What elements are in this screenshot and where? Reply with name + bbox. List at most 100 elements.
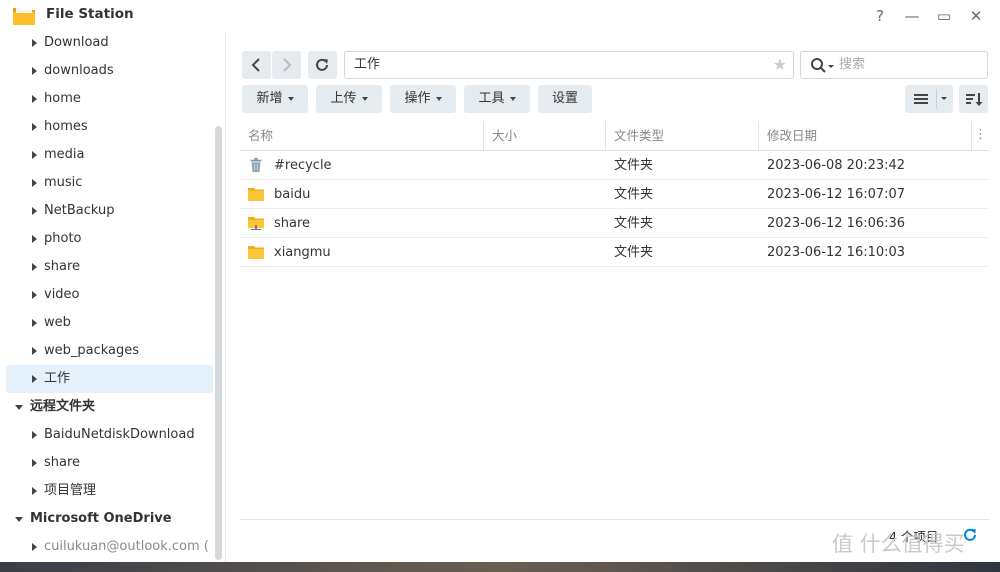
settings-button[interactable]: 设置: [538, 85, 592, 113]
sidebar-item-label: BaiduNetdiskDownload: [44, 427, 195, 442]
expand-arrow-icon[interactable]: [32, 543, 37, 551]
upload-button[interactable]: 上传: [316, 85, 382, 113]
sidebar-item-web-packages[interactable]: web_packages: [6, 337, 213, 365]
sidebar-item-baidunetdiskdownload[interactable]: BaiduNetdiskDownload: [6, 421, 213, 449]
expand-arrow-icon[interactable]: [32, 123, 37, 131]
sidebar-item-label: video: [44, 287, 80, 302]
path-field[interactable]: 工作 ★: [344, 51, 794, 79]
table-row[interactable]: baidu 文件夹 2023-06-12 16:07:07: [240, 180, 989, 209]
table-row[interactable]: share 文件夹 2023-06-12 16:06:36: [240, 209, 989, 238]
sidebar-item-remote-share[interactable]: share: [6, 449, 213, 477]
app-title: File Station: [46, 6, 134, 22]
sort-button[interactable]: [959, 85, 988, 113]
title-bar[interactable]: File Station ? — ▭ ✕: [0, 0, 1000, 32]
sidebar-item-label: media: [44, 147, 85, 162]
view-mode-button[interactable]: [905, 85, 953, 113]
sidebar-item-music[interactable]: music: [6, 169, 213, 197]
expand-arrow-icon[interactable]: [32, 151, 37, 159]
expand-arrow-icon[interactable]: [32, 207, 37, 215]
expand-arrow-icon[interactable]: [32, 291, 37, 299]
list-view-icon: [914, 89, 947, 109]
expand-arrow-icon[interactable]: [32, 67, 37, 75]
collapse-arrow-icon[interactable]: [15, 517, 23, 522]
expand-arrow-icon[interactable]: [32, 95, 37, 103]
sidebar-group-remote-folders[interactable]: 远程文件夹: [6, 393, 213, 421]
expand-arrow-icon[interactable]: [32, 487, 37, 495]
chevron-right-icon: [283, 58, 292, 72]
expand-arrow-icon[interactable]: [32, 39, 37, 47]
sidebar-item-share[interactable]: share: [6, 253, 213, 281]
sidebar-item-photo[interactable]: photo: [6, 225, 213, 253]
maximize-icon[interactable]: ▭: [934, 6, 954, 26]
sidebar-item-label: share: [44, 259, 81, 274]
action-button-label: 操作: [404, 91, 431, 106]
expand-arrow-icon[interactable]: [32, 347, 37, 355]
table-row[interactable]: #recycle 文件夹 2023-06-08 20:23:42: [240, 151, 989, 180]
sidebar-item-label: web_packages: [44, 343, 140, 358]
expand-arrow-icon[interactable]: [32, 431, 37, 439]
search-placeholder: 搜索: [839, 57, 866, 72]
sidebar-item-label: 项目管理: [44, 483, 97, 498]
back-button[interactable]: [242, 51, 271, 79]
sidebar-item-downloads[interactable]: downloads: [6, 57, 213, 85]
help-icon[interactable]: ?: [870, 6, 890, 26]
sidebar-scrollbar[interactable]: [215, 126, 222, 560]
table-row[interactable]: xiangmu 文件夹 2023-06-12 16:10:03: [240, 238, 989, 267]
sort-icon: [966, 93, 983, 106]
expand-arrow-icon[interactable]: [32, 179, 37, 187]
search-input[interactable]: 搜索: [800, 51, 988, 79]
file-name: xiangmu: [274, 245, 331, 260]
file-name: baidu: [274, 187, 311, 202]
sidebar-item-web[interactable]: web: [6, 309, 213, 337]
folder-icon: [248, 188, 264, 201]
sidebar-item-video[interactable]: video: [6, 281, 213, 309]
column-header-modified[interactable]: 修改日期: [759, 121, 972, 151]
sidebar-tree: Download downloads home homes media musi…: [0, 32, 226, 562]
sidebar-item-download[interactable]: Download: [6, 32, 213, 57]
expand-arrow-icon[interactable]: [32, 263, 37, 271]
sidebar-item-netbackup[interactable]: NetBackup: [6, 197, 213, 225]
column-header-name[interactable]: 名称: [240, 121, 484, 151]
file-list-header: 名称 大小 文件类型 修改日期 ⋮: [240, 121, 989, 151]
sidebar-item-work[interactable]: 工作: [6, 365, 213, 393]
sidebar-group-onedrive[interactable]: Microsoft OneDrive: [6, 505, 213, 533]
column-header-size[interactable]: 大小: [484, 121, 606, 151]
expand-arrow-icon[interactable]: [32, 375, 37, 383]
shared-folder-icon: [248, 217, 264, 230]
tools-button[interactable]: 工具: [464, 85, 530, 113]
file-modified: 2023-06-08 20:23:42: [767, 158, 906, 173]
chevron-left-icon: [251, 58, 260, 72]
sidebar-item-media[interactable]: media: [6, 141, 213, 169]
watermark: 值 什么值得买: [832, 532, 965, 556]
forward-button[interactable]: [272, 51, 301, 79]
column-menu-icon[interactable]: ⋮: [972, 121, 989, 151]
sidebar-item-label: downloads: [44, 63, 114, 78]
expand-arrow-icon[interactable]: [32, 235, 37, 243]
collapse-arrow-icon[interactable]: [15, 405, 23, 410]
new-button[interactable]: 新增: [242, 85, 308, 113]
caret-down-icon: [435, 96, 442, 101]
file-type: 文件夹: [614, 187, 654, 202]
expand-arrow-icon[interactable]: [32, 319, 37, 327]
refresh-button[interactable]: [308, 51, 337, 79]
sidebar-item-home[interactable]: home: [6, 85, 213, 113]
close-icon[interactable]: ✕: [966, 6, 986, 26]
file-modified: 2023-06-12 16:10:03: [767, 245, 906, 260]
sidebar-item-label: homes: [44, 119, 88, 134]
column-header-type[interactable]: 文件类型: [606, 121, 759, 151]
sidebar-item-project-management[interactable]: 项目管理: [6, 477, 213, 505]
tools-button-label: 工具: [478, 91, 505, 106]
sidebar-group-label: Microsoft OneDrive: [30, 511, 172, 526]
sidebar-item-onedrive-account[interactable]: cuilukuan@outlook.com (: [6, 533, 213, 561]
action-button[interactable]: 操作: [390, 85, 456, 113]
file-name: share: [274, 216, 311, 231]
sidebar-item-label: Download: [44, 35, 109, 50]
sidebar-item-label: web: [44, 315, 71, 330]
expand-arrow-icon[interactable]: [32, 459, 37, 467]
sidebar-group-label: 远程文件夹: [30, 399, 96, 414]
minimize-icon[interactable]: —: [902, 6, 922, 26]
current-path: 工作: [354, 57, 381, 72]
favorite-star-icon[interactable]: ★: [773, 52, 787, 78]
sidebar-item-homes[interactable]: homes: [6, 113, 213, 141]
new-button-label: 新增: [256, 91, 283, 106]
